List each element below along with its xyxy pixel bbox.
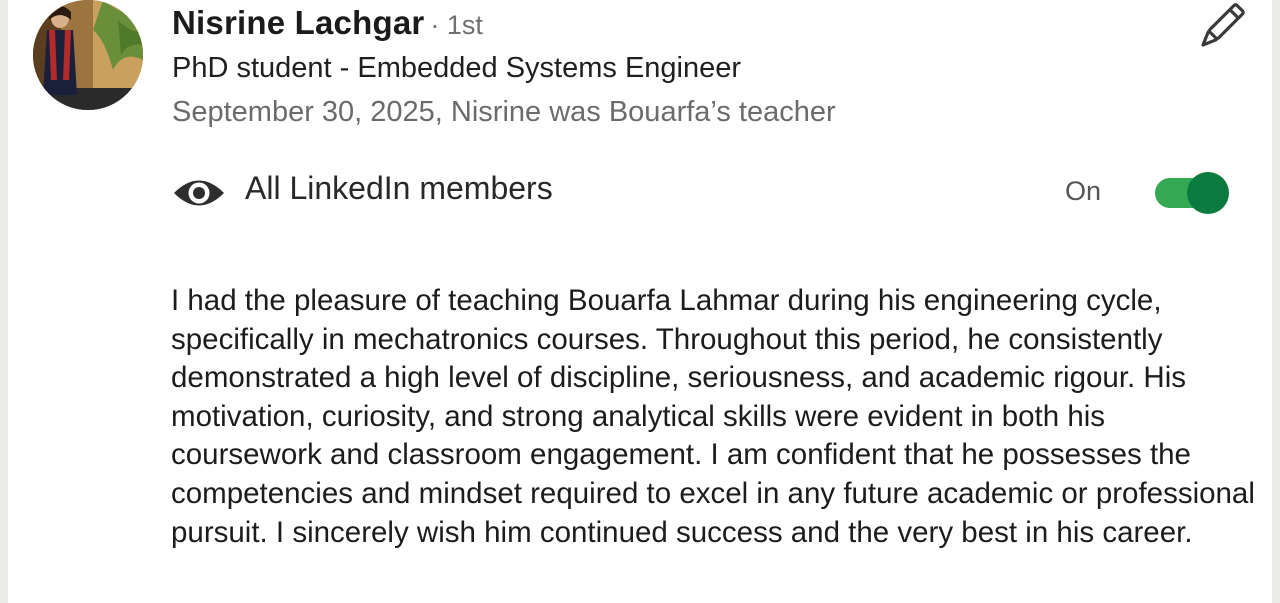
edit-button[interactable]: [1194, 2, 1246, 54]
visibility-toggle[interactable]: [1153, 172, 1229, 214]
author-headline: PhD student - Embedded Systems Engineer: [172, 52, 742, 84]
author-name[interactable]: Nisrine Lachgar: [172, 4, 424, 41]
relationship-date: September 30, 2025, Nisrine was Bouarfa’…: [172, 96, 836, 128]
toggle-knob[interactable]: [1187, 172, 1229, 214]
pencil-icon: [1201, 3, 1245, 47]
recommendation-card: Nisrine Lachgar · 1st PhD student - Embed…: [8, 0, 1272, 603]
connection-degree: · 1st: [430, 10, 483, 40]
visibility-setting: All LinkedIn members On: [172, 168, 1232, 218]
avatar[interactable]: [33, 0, 143, 110]
recommendation-text: I had the pleasure of teaching Bouarfa L…: [171, 284, 1255, 549]
visibility-label: All LinkedIn members: [245, 170, 553, 206]
author-name-row: Nisrine Lachgar · 1st: [172, 4, 483, 42]
eye-icon: [174, 180, 224, 206]
profile-photo-icon: [33, 0, 143, 110]
toggle-state-label: On: [1065, 176, 1102, 206]
